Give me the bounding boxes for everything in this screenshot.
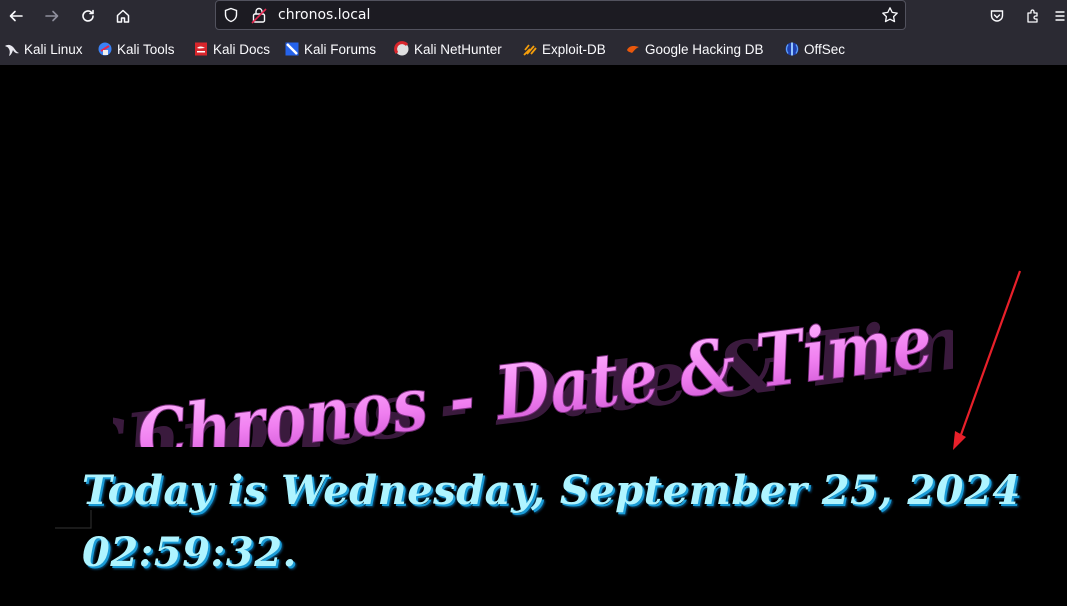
- page-heading: Chronos - Date & Time Chronos - Date & T…: [113, 307, 953, 447]
- url-text[interactable]: chronos.local: [278, 7, 370, 23]
- current-datetime: Today is Wednesday, September 25, 2024 0…: [82, 460, 1021, 584]
- kali-dragon-icon: [5, 44, 19, 56]
- forward-button[interactable]: [39, 3, 65, 29]
- red-arrow-annotation: [953, 270, 1022, 450]
- extensions-button[interactable]: [1020, 3, 1046, 29]
- bookmark-label: Kali Tools: [117, 41, 175, 57]
- bookmark-kali-nethunter[interactable]: Kali NetHunter: [394, 37, 502, 61]
- bookmark-label: Kali Linux: [24, 41, 83, 57]
- time-line: 02:59:32.: [82, 529, 297, 576]
- ghdb-icon: [627, 46, 639, 53]
- bookmark-google-hacking-db[interactable]: Google Hacking DB: [625, 37, 764, 61]
- pocket-icon: [990, 10, 1004, 22]
- back-arrow-icon: [9, 10, 23, 22]
- bookmark-exploit-db[interactable]: Exploit-DB: [522, 37, 606, 61]
- bookmark-label: Kali Forums: [304, 41, 377, 57]
- corner-artifact: [55, 510, 92, 529]
- bookmark-kali-docs[interactable]: Kali Docs: [193, 37, 270, 61]
- bookmark-label: Exploit-DB: [542, 41, 606, 57]
- browser-chrome: chronos.local Kali Linux Kali Tools Kali…: [0, 0, 1067, 65]
- forward-arrow-icon: [45, 10, 59, 22]
- bookmark-star-icon[interactable]: [881, 6, 899, 24]
- reload-icon: [82, 9, 94, 22]
- reload-button[interactable]: [75, 3, 101, 29]
- menu-button[interactable]: [1052, 3, 1067, 29]
- bookmark-offsec[interactable]: OffSec: [784, 37, 845, 61]
- bookmark-label: Kali NetHunter: [414, 41, 502, 57]
- kali-forums-icon: [285, 42, 299, 56]
- hamburger-menu-icon: [1055, 11, 1065, 21]
- kali-docs-icon: [195, 42, 207, 56]
- pocket-button[interactable]: [984, 3, 1010, 29]
- tracking-protection-shield-icon[interactable]: [223, 7, 239, 23]
- back-button[interactable]: [3, 3, 29, 29]
- home-icon: [116, 9, 130, 23]
- bookmark-label: OffSec: [804, 41, 846, 57]
- bookmark-label: Google Hacking DB: [645, 41, 764, 57]
- insecure-lock-icon[interactable]: [251, 6, 267, 24]
- bookmark-kali-forums[interactable]: Kali Forums: [284, 37, 376, 61]
- puzzle-piece-icon: [1027, 9, 1038, 23]
- nethunter-icon: [394, 41, 409, 56]
- navigation-toolbar: chronos.local: [0, 0, 1067, 32]
- address-bar[interactable]: chronos.local: [215, 0, 906, 30]
- date-line: Today is Wednesday, September 25, 2024: [82, 467, 1021, 514]
- heading-text: Chronos - Date & Time: [132, 307, 937, 447]
- home-button[interactable]: [110, 3, 136, 29]
- exploit-db-icon: [523, 44, 537, 56]
- bookmark-kali-tools[interactable]: Kali Tools: [97, 37, 175, 61]
- kali-tools-icon: [98, 42, 112, 56]
- offsec-icon: [785, 42, 799, 56]
- arrow-head-icon: [953, 431, 966, 450]
- bookmarks-toolbar: Kali Linux Kali Tools Kali Docs Kali For…: [0, 37, 1067, 61]
- bookmark-label: Kali Docs: [213, 41, 271, 57]
- bookmark-kali-linux[interactable]: Kali Linux: [4, 37, 83, 61]
